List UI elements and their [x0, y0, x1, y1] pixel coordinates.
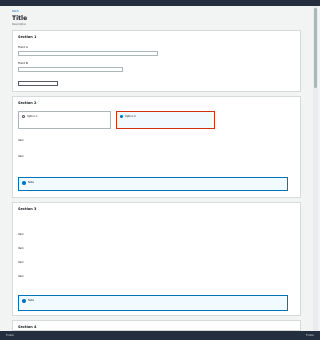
general-settings-heading: Section 1 [18, 35, 37, 39]
versioning-panel: Section 4 [12, 320, 301, 331]
public-access-option[interactable]: Item [18, 247, 24, 250]
ownership-option-2[interactable]: Option 2 [116, 111, 215, 129]
public-access-heading: Section 3 [18, 207, 37, 211]
page-description: Description [12, 23, 27, 26]
versioning-heading: Section 4 [18, 325, 37, 329]
footer-bar: Footer Footer [0, 331, 320, 340]
info-icon [22, 299, 26, 303]
general-button[interactable] [18, 81, 58, 86]
public-access-option[interactable]: Item [18, 233, 24, 236]
breadcrumb[interactable]: Path [12, 9, 19, 13]
public-access-callout-text: Note [28, 299, 34, 302]
ownership-heading: Section 2 [18, 101, 37, 105]
field-a-input[interactable] [18, 51, 158, 56]
general-settings-panel: Section 1 Field A Field B [12, 30, 301, 92]
ownership-option-1[interactable]: Option 1 [18, 111, 111, 129]
footer-left[interactable]: Footer [6, 334, 14, 337]
info-icon [22, 181, 26, 185]
field-b-select[interactable] [18, 67, 123, 72]
public-access-option[interactable]: Item [18, 261, 24, 264]
footer-right[interactable]: Footer [306, 334, 314, 337]
field-a-label: Field A [18, 45, 28, 49]
option-1-radio[interactable] [22, 115, 25, 118]
page-title: Title [12, 15, 28, 22]
ownership-callout-text: Note [28, 181, 34, 184]
ownership-panel: Section 2 Option 1 Option 2 Item Item No… [12, 96, 301, 198]
top-navigation-bar [0, 0, 320, 6]
public-access-panel: Section 3 Item Item Item Item Note [12, 202, 301, 316]
scrollbar-thumb[interactable] [314, 8, 317, 88]
option-1-label: Option 1 [27, 114, 38, 118]
ownership-callout: Note [18, 177, 288, 191]
option-2-label: Option 2 [125, 114, 136, 118]
public-access-option[interactable]: Item [18, 275, 24, 278]
option-2-radio[interactable] [120, 115, 123, 118]
ownership-row-2[interactable]: Item [18, 155, 24, 158]
field-b-label: Field B [18, 61, 28, 65]
public-access-callout: Note [18, 295, 288, 311]
ownership-row-1: Item [18, 139, 24, 142]
page-scrollbar[interactable] [313, 6, 318, 331]
